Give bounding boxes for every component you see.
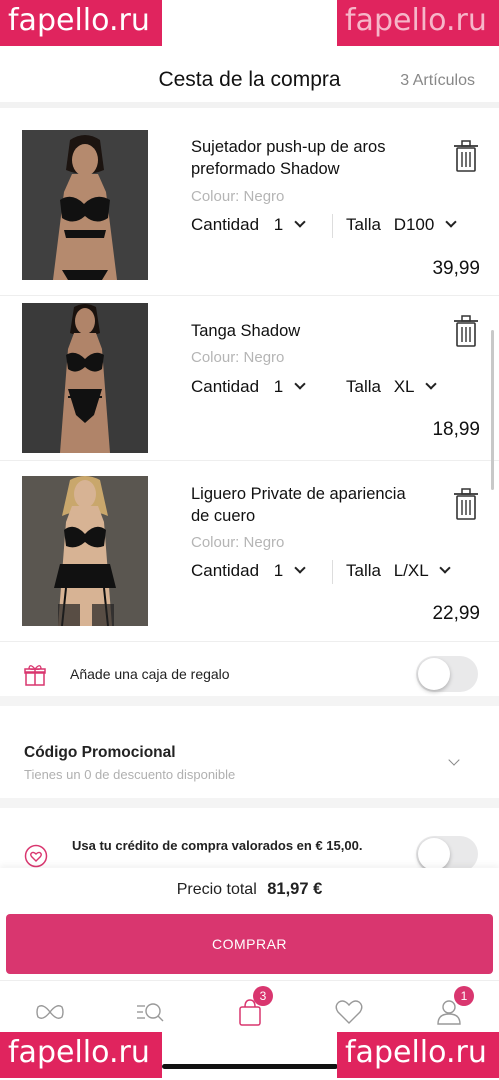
cart-item: Tanga Shadow Colour: Negro Cantidad 1 Ta… — [0, 297, 499, 461]
product-name[interactable]: Liguero Private de apariencia de cuero — [191, 483, 421, 527]
product-image[interactable] — [22, 130, 148, 280]
total-amount: 81,97 € — [267, 880, 323, 898]
promo-code-section[interactable]: Código Promocional Tienes un 0 de descue… — [0, 716, 499, 808]
product-price: 18,99 — [432, 419, 480, 440]
store-credit-label: Usa tu crédito de compra valorados en € … — [72, 838, 363, 853]
watermark-top-left: fapello.ru — [0, 0, 162, 46]
scrollbar[interactable] — [491, 330, 494, 490]
size-selector[interactable]: Talla L/XL — [346, 561, 451, 581]
trash-icon[interactable] — [454, 488, 478, 520]
buy-button[interactable]: COMPRAR — [6, 914, 493, 974]
toggle-knob — [418, 838, 450, 870]
quantity-selector[interactable]: Cantidad 1 — [191, 561, 306, 581]
watermark-bottom-left: fapello.ru — [0, 1032, 162, 1078]
heart-circle-icon — [24, 844, 48, 868]
cart-item: Liguero Private de apariencia de cuero C… — [0, 462, 499, 642]
product-colour: Colour: Negro — [191, 349, 285, 366]
product-price: 22,99 — [432, 603, 480, 624]
page-header: Cesta de la compra 3 Artículos — [0, 50, 499, 108]
watermark-bottom-right: fapello.ru — [337, 1032, 499, 1078]
promo-code-title: Código Promocional — [24, 744, 176, 761]
toggle-knob — [418, 658, 450, 690]
store-credit-row: Usa tu crédito de compra valorados en € … — [0, 818, 499, 874]
product-image[interactable] — [22, 303, 148, 453]
quantity-value: 1 — [273, 377, 284, 396]
gift-box-label: Añade una caja de regalo — [70, 666, 230, 682]
size-label: Talla — [346, 215, 381, 234]
total-bar: Precio total 81,97 € — [0, 868, 499, 912]
quantity-value: 1 — [273, 215, 284, 234]
divider — [332, 214, 333, 238]
item-count: 3 Artículos — [400, 72, 475, 89]
quantity-label: Cantidad — [191, 215, 260, 234]
product-name[interactable]: Sujetador push-up de aros preformado Sha… — [191, 136, 421, 180]
trash-icon[interactable] — [454, 140, 478, 172]
watermark-top-right: fapello.ru — [337, 0, 499, 46]
chevron-down-icon — [294, 216, 306, 228]
size-label: Talla — [346, 561, 381, 580]
cart-item: Sujetador push-up de aros preformado Sha… — [0, 114, 499, 296]
gift-box-row: Añade una caja de regalo — [0, 644, 499, 706]
bow-home-icon[interactable] — [35, 997, 65, 1027]
product-image[interactable] — [22, 476, 148, 626]
cart-badge: 3 — [253, 986, 273, 1006]
product-name[interactable]: Tanga Shadow — [191, 320, 421, 342]
account-badge: 1 — [454, 986, 474, 1006]
search-menu-icon[interactable] — [135, 997, 165, 1027]
home-indicator — [162, 1064, 338, 1069]
chevron-down-icon — [445, 216, 457, 228]
chevron-down-icon — [424, 378, 437, 390]
chevron-down-icon — [448, 754, 460, 766]
store-credit-toggle[interactable] — [416, 836, 478, 872]
quantity-value: 1 — [273, 561, 284, 580]
size-value: L/XL — [393, 561, 429, 580]
chevron-down-icon — [294, 562, 306, 574]
product-price: 39,99 — [432, 258, 480, 279]
quantity-selector[interactable]: Cantidad 1 — [191, 215, 306, 235]
gift-box-toggle[interactable] — [416, 656, 478, 692]
trash-icon[interactable] — [454, 315, 478, 347]
quantity-selector[interactable]: Cantidad 1 — [191, 377, 306, 397]
quantity-label: Cantidad — [191, 561, 260, 580]
promo-code-subtitle: Tienes un 0 de descuento disponible — [24, 767, 236, 782]
quantity-label: Cantidad — [191, 377, 260, 396]
size-selector[interactable]: Talla D100 — [346, 215, 457, 235]
size-value: D100 — [393, 215, 435, 234]
size-selector[interactable]: Talla XL — [346, 377, 437, 397]
product-colour: Colour: Negro — [191, 188, 285, 205]
heart-icon[interactable] — [334, 997, 364, 1027]
chevron-down-icon — [294, 378, 306, 390]
gift-icon — [24, 665, 46, 686]
chevron-down-icon — [439, 562, 451, 574]
product-colour: Colour: Negro — [191, 534, 285, 551]
total-label: Precio total — [176, 881, 257, 898]
size-value: XL — [393, 377, 414, 396]
divider — [332, 560, 333, 584]
size-label: Talla — [346, 377, 381, 396]
